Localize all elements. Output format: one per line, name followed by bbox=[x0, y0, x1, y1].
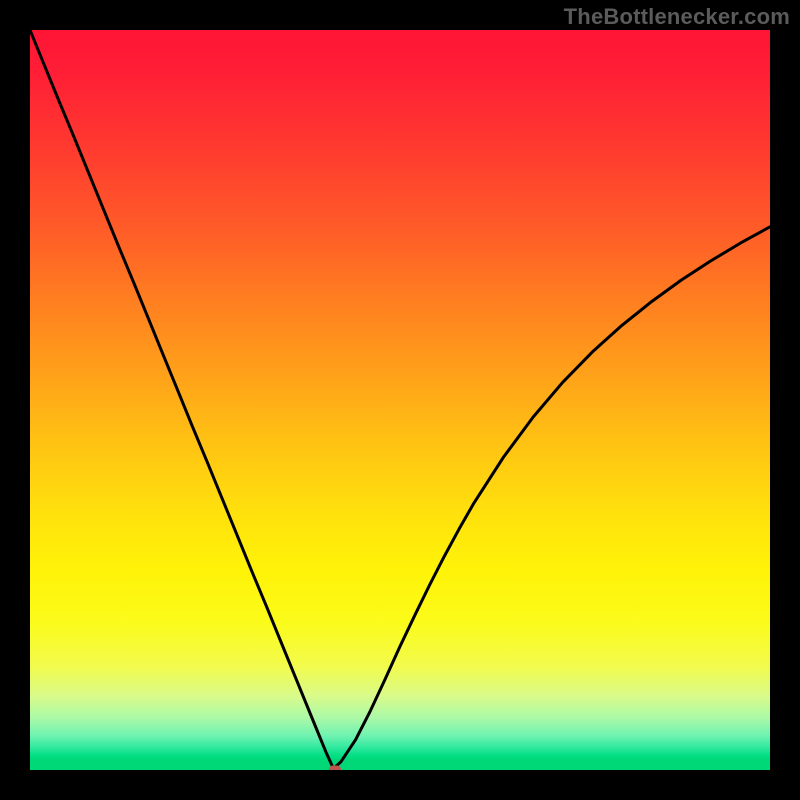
plot-area bbox=[30, 30, 770, 770]
bottleneck-curve bbox=[30, 30, 770, 770]
chart-frame: TheBottlenecker.com bbox=[0, 0, 800, 800]
watermark-text: TheBottlenecker.com bbox=[564, 4, 790, 30]
curve-path bbox=[30, 30, 770, 769]
optimal-point-marker bbox=[329, 766, 341, 771]
